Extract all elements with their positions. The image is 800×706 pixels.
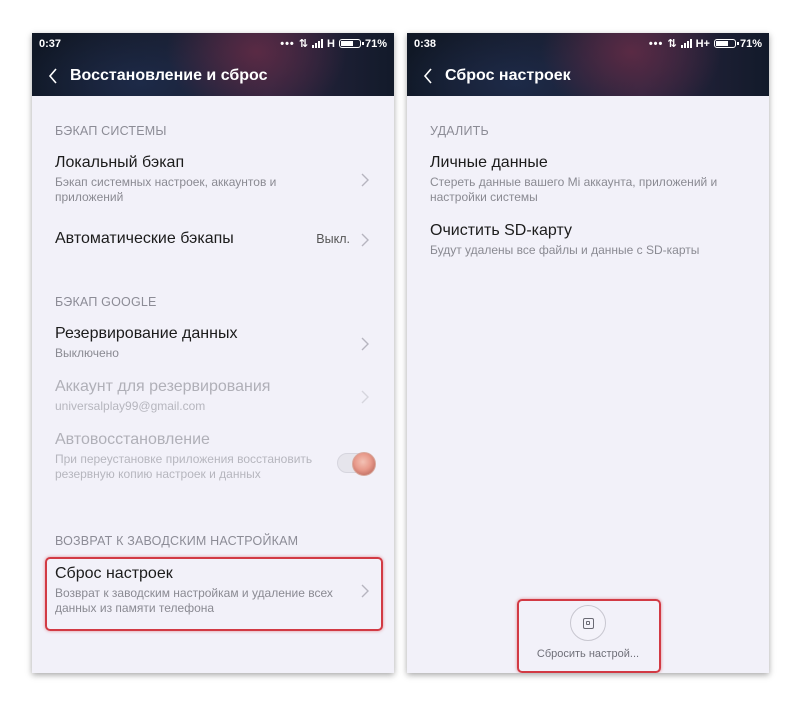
signal-icon [680, 39, 692, 48]
data-backup-item[interactable]: Резервирование данных Выключено [55, 325, 384, 361]
highlight-frame-reset-button [517, 599, 661, 673]
app-header: 0:38 ••• ⇅ H+ 71% Сброс настроек [407, 33, 769, 96]
toggle-knob [352, 452, 376, 476]
item-title: Локальный бэкап [55, 154, 185, 171]
item-subtitle: Бэкап системных настроек, аккаунтов и пр… [55, 175, 277, 204]
chevron-right-icon [360, 336, 370, 352]
phone-screen-recovery-reset: 0:37 ••• ⇅ H 71% Восстановление и сброс … [32, 33, 394, 673]
chevron-right-icon [360, 389, 370, 405]
battery-icon [338, 39, 364, 48]
network-type: H+ [695, 37, 710, 50]
battery-percent: 71% [739, 37, 762, 50]
auto-restore-item: Автовосстановление При переустановке при… [55, 431, 384, 482]
auto-backups-value: Выкл. [316, 232, 350, 246]
personal-data-item[interactable]: Личные данные Стереть данные вашего Mi а… [430, 154, 759, 205]
app-header: 0:37 ••• ⇅ H 71% Восстановление и сброс [32, 33, 394, 96]
status-bar: 0:38 ••• ⇅ H+ 71% [407, 33, 769, 55]
status-icons: ••• ⇅ H+ 71% [648, 37, 762, 51]
section-header-google-backup: БЭКАП GOOGLE [55, 295, 157, 309]
notification-dots-icon: ••• [280, 37, 295, 50]
page-title: Восстановление и сброс [70, 67, 268, 84]
backup-account-item: Аккаунт для резервирования universalplay… [55, 378, 384, 414]
item-title: Резервирование данных [55, 325, 238, 342]
highlight-frame-reset-item [45, 557, 383, 631]
page-title: Сброс настроек [445, 67, 571, 84]
status-bar: 0:37 ••• ⇅ H 71% [32, 33, 394, 55]
data-transfer-icon: ⇅ [667, 38, 677, 50]
section-header-system-backup: БЭКАП СИСТЕМЫ [55, 124, 167, 138]
item-subtitle: universalplay99@gmail.com [55, 399, 206, 413]
item-subtitle: Будут удалены все файлы и данные с SD-ка… [430, 243, 700, 257]
back-icon[interactable] [36, 68, 70, 84]
chevron-right-icon [360, 172, 370, 188]
item-title: Очистить SD-карту [430, 222, 572, 239]
battery-icon [713, 39, 739, 48]
status-time: 0:37 [39, 38, 62, 50]
phone-screen-factory-reset: 0:38 ••• ⇅ H+ 71% Сброс настроек УДАЛИТЬ… [407, 33, 769, 673]
clear-sd-card-item[interactable]: Очистить SD-карту Будут удалены все файл… [430, 222, 759, 258]
reset-options-list: УДАЛИТЬ Личные данные Стереть данные ваш… [407, 96, 769, 673]
battery-percent: 71% [364, 37, 387, 50]
item-title: Автовосстановление [55, 431, 210, 448]
notification-dots-icon: ••• [648, 37, 664, 50]
network-type: H [327, 37, 335, 50]
item-title: Личные данные [430, 154, 548, 171]
back-icon[interactable] [411, 68, 445, 84]
data-transfer-icon: ⇅ [298, 38, 309, 50]
item-title: Аккаунт для резервирования [55, 378, 271, 395]
status-time: 0:38 [414, 38, 437, 50]
section-header-delete: УДАЛИТЬ [430, 124, 489, 138]
auto-restore-toggle[interactable] [337, 452, 376, 476]
local-backup-item[interactable]: Локальный бэкап Бэкап системных настроек… [55, 154, 384, 205]
auto-backups-item[interactable]: Автоматические бэкапы Выкл. [55, 230, 384, 248]
signal-icon [312, 39, 324, 48]
item-subtitle: Стереть данные вашего Mi аккаунта, прило… [430, 175, 718, 204]
item-subtitle: При переустановке приложения восстановит… [55, 452, 313, 481]
item-subtitle: Выключено [55, 346, 119, 360]
chevron-right-icon [360, 232, 370, 248]
section-header-factory-reset: ВОЗВРАТ К ЗАВОДСКИМ НАСТРОЙКАМ [55, 534, 299, 548]
status-icons: ••• ⇅ H 71% [280, 37, 387, 51]
